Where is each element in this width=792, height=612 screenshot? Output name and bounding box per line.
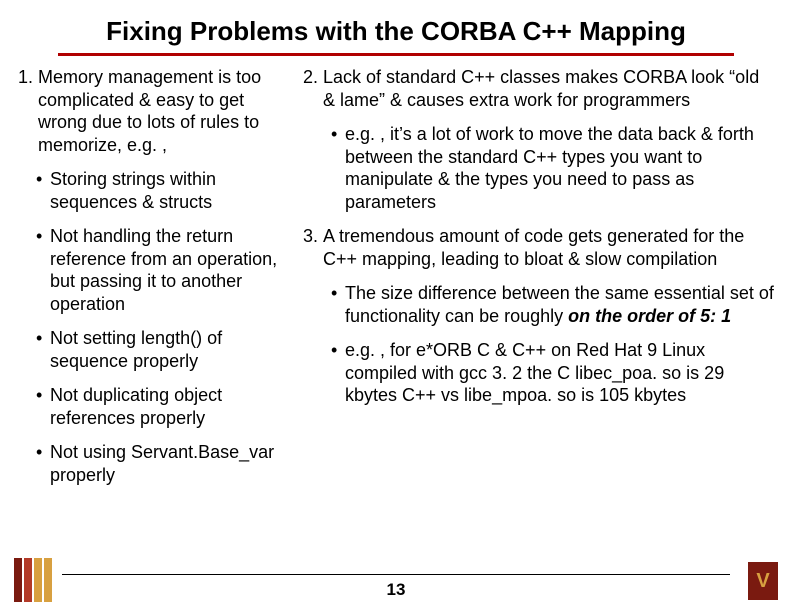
point-2-number: 2. (303, 66, 323, 111)
page-number: 13 (0, 580, 792, 600)
bullet-eorb: • e.g. , for e*ORB C & C++ on Red Hat 9 … (331, 339, 774, 407)
bullet-storing-strings: • Storing strings within sequences & str… (36, 168, 293, 213)
bullet-icon: • (331, 339, 345, 407)
vanderbilt-v: V (756, 570, 769, 593)
bullet-text: The size difference between the same ess… (345, 282, 774, 327)
bullet-servant-base: • Not using Servant.Base_var properly (36, 441, 293, 486)
point-1-number: 1. (18, 66, 38, 156)
bullet-icon: • (36, 384, 50, 429)
bullet-text: Not duplicating object references proper… (50, 384, 293, 429)
bullet-size-em: on the order of 5: 1 (568, 306, 731, 326)
bullet-text: Not using Servant.Base_var properly (50, 441, 293, 486)
bullet-icon: • (36, 441, 50, 486)
bullet-object-refs: • Not duplicating object references prop… (36, 384, 293, 429)
bullet-text: e.g. , for e*ORB C & C++ on Red Hat 9 Li… (345, 339, 774, 407)
point-2: 2. Lack of standard C++ classes makes CO… (303, 66, 774, 111)
bullet-icon: • (36, 168, 50, 213)
bullet-text: Not setting length() of sequence properl… (50, 327, 293, 372)
vanderbilt-logo-icon: V (748, 562, 778, 600)
point-1: 1. Memory management is too complicated … (18, 66, 293, 156)
bullet-text: e.g. , it’s a lot of work to move the da… (345, 123, 774, 213)
right-column: 2. Lack of standard C++ classes makes CO… (303, 66, 774, 498)
content-columns: 1. Memory management is too complicated … (18, 66, 774, 498)
bullet-size-diff: • The size difference between the same e… (331, 282, 774, 327)
point-3-text: A tremendous amount of code gets generat… (323, 225, 774, 270)
slide-title: Fixing Problems with the CORBA C++ Mappi… (58, 12, 734, 56)
footer: 13 V (0, 552, 792, 604)
bullet-text: Storing strings within sequences & struc… (50, 168, 293, 213)
bullet-icon: • (331, 282, 345, 327)
point-2-text: Lack of standard C++ classes makes CORBA… (323, 66, 774, 111)
left-column: 1. Memory management is too complicated … (18, 66, 293, 498)
point-3-number: 3. (303, 225, 323, 270)
footer-divider (62, 574, 730, 575)
bullet-text: Not handling the return reference from a… (50, 225, 293, 315)
bullet-icon: • (36, 327, 50, 372)
bullet-length: • Not setting length() of sequence prope… (36, 327, 293, 372)
bullet-icon: • (331, 123, 345, 213)
bullet-icon: • (36, 225, 50, 315)
bullet-data-back-forth: • e.g. , it’s a lot of work to move the … (331, 123, 774, 213)
slide: Fixing Problems with the CORBA C++ Mappi… (0, 0, 792, 612)
point-3: 3. A tremendous amount of code gets gene… (303, 225, 774, 270)
bullet-return-reference: • Not handling the return reference from… (36, 225, 293, 315)
point-1-text: Memory management is too complicated & e… (38, 66, 293, 156)
